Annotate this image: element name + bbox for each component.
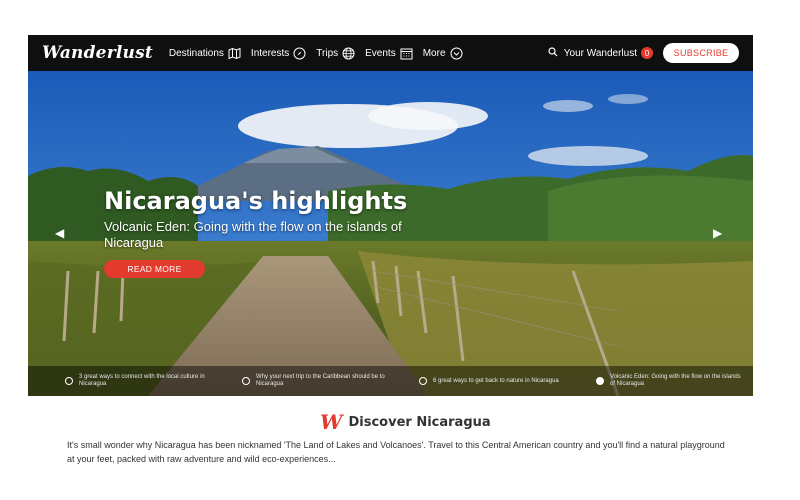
slide-indicator-dot: [242, 377, 250, 385]
carousel-prev-icon[interactable]: ◀: [55, 226, 64, 240]
carousel-slide-strip: 3 great ways to connect with the local c…: [28, 366, 753, 396]
carousel-slide-4[interactable]: Volcanic Eden: Going with the flow on th…: [576, 366, 753, 396]
globe-icon: [342, 47, 355, 60]
nav-more[interactable]: More: [423, 47, 463, 60]
top-navigation: Wanderlust Destinations Interests Trips …: [28, 35, 753, 71]
search-icon[interactable]: [548, 46, 558, 60]
site-logo[interactable]: Wanderlust: [42, 43, 153, 63]
your-wanderlust-link[interactable]: Your Wanderlust 0: [548, 46, 653, 60]
discover-intro-text: It's small wonder why Nicaragua has been…: [67, 440, 725, 464]
nav-events-label: Events: [365, 47, 396, 59]
carousel-next-icon[interactable]: ▶: [713, 226, 722, 240]
calendar-icon: [400, 47, 413, 60]
map-icon: [228, 47, 241, 60]
subscribe-button[interactable]: SUBSCRIBE: [663, 43, 739, 63]
discover-title: Discover Nicaragua: [348, 414, 491, 430]
nav-destinations-label: Destinations: [168, 47, 224, 59]
nav-right-group: Your Wanderlust 0 SUBSCRIBE: [548, 43, 739, 63]
slide-1-label: 3 great ways to connect with the local c…: [79, 374, 205, 387]
slide-indicator-dot-active: [596, 377, 604, 385]
slide-indicator-dot: [419, 377, 427, 385]
your-wanderlust-label: Your Wanderlust: [563, 47, 637, 59]
discover-heading: W Discover Nicaragua: [320, 410, 491, 434]
carousel-slide-1[interactable]: 3 great ways to connect with the local c…: [28, 366, 222, 396]
nav-destinations[interactable]: Destinations: [169, 47, 241, 60]
nav-events[interactable]: Events: [365, 47, 413, 60]
compass-icon: [293, 47, 306, 60]
hero-title: Nicaragua's highlights: [104, 187, 408, 215]
hero-subtitle[interactable]: Volcanic Eden: Going with the flow on th…: [104, 219, 434, 251]
read-more-button[interactable]: READ MORE: [104, 260, 205, 278]
slide-2-label: Why your next trip to the Caribbean shou…: [256, 374, 385, 387]
chevron-down-icon: [450, 47, 463, 60]
wanderlust-w-logo: W: [320, 410, 343, 434]
slide-3-label: 6 great ways to get back to nature in Ni…: [433, 377, 559, 384]
notification-badge: 0: [641, 47, 653, 59]
carousel-slide-2[interactable]: Why your next trip to the Caribbean shou…: [222, 366, 399, 396]
hero-carousel: Nicaragua's highlights Volcanic Eden: Go…: [28, 71, 753, 396]
slide-indicator-dot: [65, 377, 73, 385]
nav-more-label: More: [422, 47, 446, 59]
site-frame: Wanderlust Destinations Interests Trips …: [28, 35, 753, 396]
nav-interests-label: Interests: [250, 47, 290, 59]
slide-4-label: Volcanic Eden: Going with the flow on th…: [610, 374, 741, 387]
nav-interests[interactable]: Interests: [251, 47, 306, 60]
nav-trips[interactable]: Trips: [316, 47, 355, 60]
carousel-slide-3[interactable]: 6 great ways to get back to nature in Ni…: [399, 366, 576, 396]
nav-trips-label: Trips: [316, 47, 339, 59]
